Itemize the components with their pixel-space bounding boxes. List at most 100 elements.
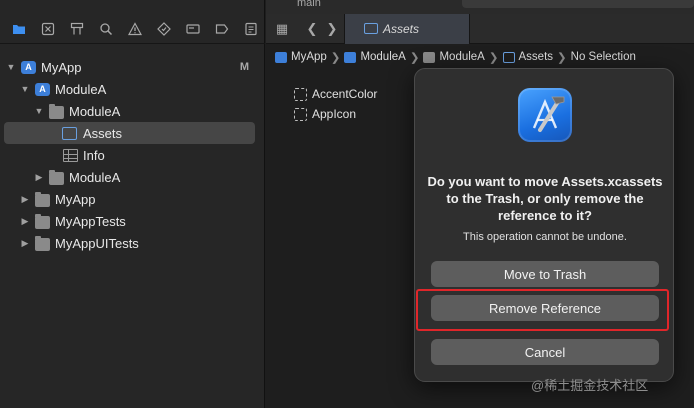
breadcrumb-label: ModuleA bbox=[439, 51, 485, 63]
project-navigator: ▼ MyApp M ▼ ModuleA ▼ ModuleA Assets Inf… bbox=[0, 0, 265, 408]
chevron-down-icon[interactable]: ▼ bbox=[20, 84, 30, 94]
app-project-icon bbox=[344, 51, 357, 63]
list-item[interactable]: AppIcon bbox=[294, 104, 377, 124]
folder-icon bbox=[49, 104, 64, 119]
tree-row-label: Assets bbox=[83, 125, 123, 141]
watermark: @稀土掘金技术社区 bbox=[531, 378, 649, 393]
chevron-right-icon[interactable]: ▶ bbox=[20, 194, 30, 204]
tree-row-myapp-project[interactable]: ▼ MyApp M bbox=[0, 56, 265, 78]
source-control-icon bbox=[41, 22, 54, 35]
breadcrumb-label: No Selection bbox=[570, 51, 636, 63]
asset-catalog-icon bbox=[502, 51, 515, 63]
tree-row-label: ModuleA bbox=[55, 81, 107, 97]
chevron-right-icon[interactable]: ▶ bbox=[34, 172, 44, 182]
back-icon[interactable]: ❮ bbox=[304, 21, 320, 37]
chevron-down-icon[interactable]: ▼ bbox=[34, 106, 44, 116]
symbol-navigator-tab[interactable] bbox=[62, 18, 91, 40]
modified-badge: M bbox=[239, 61, 249, 73]
tree-row-label: MyApp bbox=[55, 191, 96, 207]
folder-icon bbox=[49, 170, 64, 185]
tree-row-label: MyAppTests bbox=[55, 213, 126, 229]
issue-icon bbox=[127, 21, 142, 35]
breakpoint-navigator-tab[interactable] bbox=[207, 18, 236, 40]
jump-bar: MyApp ❯ ModuleA ❯ ModuleA ❯ Assets ❯ No … bbox=[266, 44, 694, 70]
chevron-right-icon[interactable]: ▶ bbox=[20, 216, 30, 226]
debug-navigator-tab[interactable] bbox=[178, 18, 207, 40]
asset-label: AppIcon bbox=[312, 107, 357, 121]
find-navigator-tab[interactable] bbox=[91, 18, 120, 40]
breakpoint-icon bbox=[215, 23, 228, 34]
hierarchy-icon bbox=[70, 22, 83, 34]
chevron-right-icon: ❯ bbox=[330, 52, 341, 64]
grid-icon[interactable]: ▦ bbox=[274, 21, 290, 37]
breadcrumb-label: ModuleA bbox=[360, 51, 406, 63]
project-navigator-tab[interactable] bbox=[4, 18, 33, 40]
folder-icon bbox=[35, 192, 50, 207]
plist-icon bbox=[63, 149, 78, 162]
delete-confirmation-dialog: Do you want to move Assets.xcassets to t… bbox=[414, 68, 674, 382]
tree-row-label: ModuleA bbox=[69, 169, 121, 185]
tree-row-myapp-folder[interactable]: ▶ MyApp bbox=[0, 188, 265, 210]
xcode-app-icon bbox=[518, 88, 572, 142]
branch-label: main bbox=[297, 0, 321, 9]
breadcrumb-item[interactable]: ModuleA bbox=[423, 51, 485, 63]
tree-row-label: MyAppUITests bbox=[55, 235, 139, 251]
tree-row-modulea-subfolder[interactable]: ▶ ModuleA bbox=[0, 166, 265, 188]
tab-label: Assets bbox=[383, 22, 420, 36]
report-icon bbox=[244, 22, 257, 35]
list-item[interactable]: AccentColor bbox=[294, 84, 377, 104]
asset-catalog-icon bbox=[62, 127, 77, 140]
tree-row-myapptests-folder[interactable]: ▶ MyAppTests bbox=[0, 210, 265, 232]
asset-catalog-icon bbox=[364, 23, 378, 34]
tree-row-myappuitests-folder[interactable]: ▶ MyAppUITests bbox=[0, 232, 265, 254]
source-control-tab[interactable] bbox=[33, 18, 62, 40]
dialog-title: Do you want to move Assets.xcassets to t… bbox=[427, 174, 663, 223]
file-tree: ▼ MyApp M ▼ ModuleA ▼ ModuleA Assets Inf… bbox=[0, 56, 265, 254]
breadcrumb-item[interactable]: ModuleA bbox=[344, 51, 406, 63]
activity-view bbox=[462, 0, 694, 8]
test-navigator-tab[interactable] bbox=[149, 18, 178, 40]
chevron-right-icon: ❯ bbox=[409, 52, 420, 64]
color-set-icon bbox=[294, 87, 307, 101]
find-icon bbox=[99, 22, 112, 35]
tree-row-modulea-project[interactable]: ▼ ModuleA bbox=[0, 78, 265, 100]
app-icon-set-icon bbox=[294, 107, 307, 121]
chevron-right-icon: ❯ bbox=[557, 52, 567, 64]
debug-icon bbox=[185, 23, 200, 34]
chevron-down-icon[interactable]: ▼ bbox=[6, 62, 16, 72]
app-project-icon bbox=[35, 82, 50, 96]
app-project-icon bbox=[21, 60, 36, 74]
window-toolbar: main bbox=[266, 0, 694, 14]
dialog-subtitle: This operation cannot be undone. bbox=[463, 231, 627, 243]
navigator-toolbar bbox=[0, 14, 265, 44]
issue-navigator-tab[interactable] bbox=[120, 18, 149, 40]
hammer-icon bbox=[532, 96, 565, 132]
breadcrumb-item[interactable]: No Selection bbox=[571, 51, 636, 63]
breadcrumb-item[interactable]: MyApp bbox=[275, 51, 327, 63]
breadcrumb-item[interactable]: Assets bbox=[502, 51, 554, 63]
folder-icon bbox=[35, 236, 50, 251]
tab-bar: ▦ ❮ ❯ Assets bbox=[266, 14, 694, 44]
test-icon bbox=[156, 21, 171, 36]
breadcrumb-label: MyApp bbox=[291, 51, 327, 63]
tree-row-label: ModuleA bbox=[69, 103, 121, 119]
highlight-annotation bbox=[416, 289, 669, 331]
chevron-right-icon[interactable]: ▶ bbox=[20, 238, 30, 248]
tree-row-label: MyApp bbox=[41, 59, 82, 75]
tree-row-modulea-folder[interactable]: ▼ ModuleA bbox=[0, 100, 265, 122]
folder-icon bbox=[12, 24, 25, 34]
folder-icon bbox=[423, 51, 436, 63]
asset-label: AccentColor bbox=[312, 87, 378, 101]
forward-icon[interactable]: ❯ bbox=[324, 21, 340, 37]
report-navigator-tab[interactable] bbox=[236, 18, 265, 40]
app-project-icon bbox=[275, 51, 287, 63]
tree-row-label: Info bbox=[83, 147, 105, 163]
tree-row-info[interactable]: Info bbox=[0, 144, 265, 166]
breadcrumb-label: Assets bbox=[518, 51, 554, 63]
chevron-right-icon: ❯ bbox=[488, 52, 499, 64]
tree-row-assets[interactable]: Assets bbox=[4, 122, 255, 144]
cancel-button[interactable]: Cancel bbox=[431, 339, 659, 365]
folder-icon bbox=[35, 214, 50, 229]
tab-assets[interactable]: Assets bbox=[344, 14, 470, 44]
move-to-trash-button[interactable]: Move to Trash bbox=[431, 261, 659, 287]
